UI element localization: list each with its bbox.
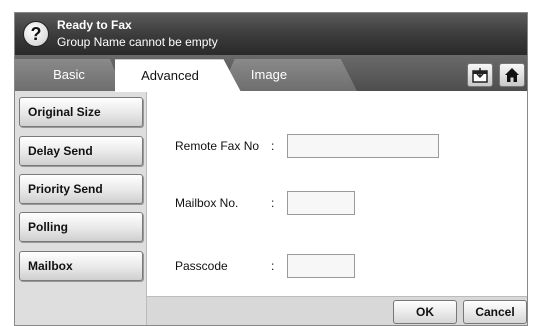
job-status-icon: [472, 68, 488, 83]
option-menu: Original Size Delay Send Priority Send P…: [15, 91, 147, 325]
mailbox-form: Remote Fax No : Mailbox No. : Passcode :: [147, 91, 527, 296]
status-title: Ready to Fax: [57, 18, 132, 32]
job-status-button[interactable]: [467, 63, 493, 87]
remote-fax-no-label: Remote Fax No: [175, 139, 260, 153]
tab-basic[interactable]: Basic: [15, 59, 123, 91]
fax-screen: ? Ready to Fax Group Name cannot be empt…: [14, 12, 528, 326]
cancel-button[interactable]: Cancel: [463, 300, 527, 324]
colon: :: [271, 139, 275, 153]
polling-button[interactable]: Polling: [19, 212, 143, 242]
action-bar: OK Cancel: [147, 296, 527, 325]
status-message: Group Name cannot be empty: [57, 35, 218, 49]
help-icon[interactable]: ?: [23, 21, 49, 47]
tab-advanced-label: Advanced: [141, 68, 199, 83]
tab-advanced[interactable]: Advanced: [115, 59, 241, 92]
delay-send-button[interactable]: Delay Send: [19, 136, 143, 166]
ok-button[interactable]: OK: [393, 300, 457, 324]
mailbox-no-field[interactable]: [287, 191, 355, 215]
remote-fax-no-field[interactable]: [287, 134, 439, 158]
passcode-field[interactable]: [287, 254, 355, 278]
home-icon: [505, 68, 519, 82]
colon: :: [271, 259, 275, 273]
colon: :: [271, 196, 275, 210]
priority-send-button[interactable]: Priority Send: [19, 174, 143, 204]
tab-basic-label: Basic: [53, 67, 85, 82]
tab-image[interactable]: Image: [221, 59, 357, 91]
home-button[interactable]: [499, 63, 525, 87]
mailbox-button[interactable]: Mailbox: [19, 251, 143, 281]
tab-bar: Basic Image Advanced: [15, 55, 527, 92]
original-size-button[interactable]: Original Size: [19, 97, 143, 127]
mailbox-no-label: Mailbox No.: [175, 196, 239, 210]
passcode-label: Passcode: [175, 259, 228, 273]
tab-image-label: Image: [250, 67, 288, 82]
status-header: ? Ready to Fax Group Name cannot be empt…: [15, 13, 527, 55]
